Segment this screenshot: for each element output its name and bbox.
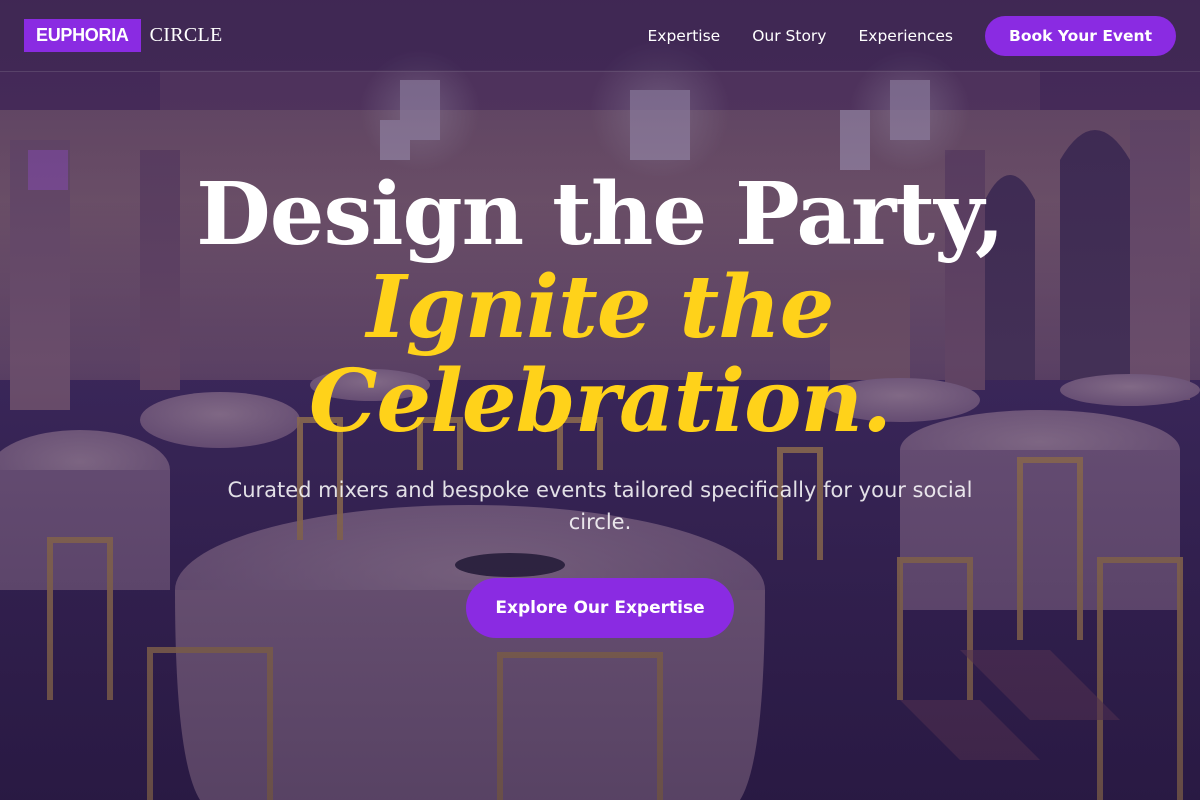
logo-text: CIRCLE xyxy=(149,24,223,46)
nav-link-our-story[interactable]: Our Story xyxy=(752,27,826,45)
hero-headline-line2: Ignite the xyxy=(366,257,835,358)
hero-section: EUPHORIA CIRCLE Expertise Our Story Expe… xyxy=(0,0,1200,800)
hero-subtitle: Curated mixers and bespoke events tailor… xyxy=(227,478,973,534)
hero-content: Design the Party, Ignite the Celebration… xyxy=(0,0,1200,800)
site-header: EUPHORIA CIRCLE Expertise Our Story Expe… xyxy=(0,0,1200,72)
explore-expertise-button[interactable]: Explore Our Expertise xyxy=(466,578,734,638)
main-nav: Expertise Our Story Experiences Book You… xyxy=(647,15,1176,56)
nav-link-expertise[interactable]: Expertise xyxy=(647,27,720,45)
hero-headline-line3: Celebration. xyxy=(309,351,892,452)
nav-link-experiences[interactable]: Experiences xyxy=(858,27,953,45)
book-event-button[interactable]: Book Your Event xyxy=(985,15,1176,56)
site-logo[interactable]: EUPHORIA CIRCLE xyxy=(24,19,223,52)
hero-headline-line1: Design the Party, xyxy=(196,164,1005,265)
logo-highlight: EUPHORIA xyxy=(24,19,141,52)
